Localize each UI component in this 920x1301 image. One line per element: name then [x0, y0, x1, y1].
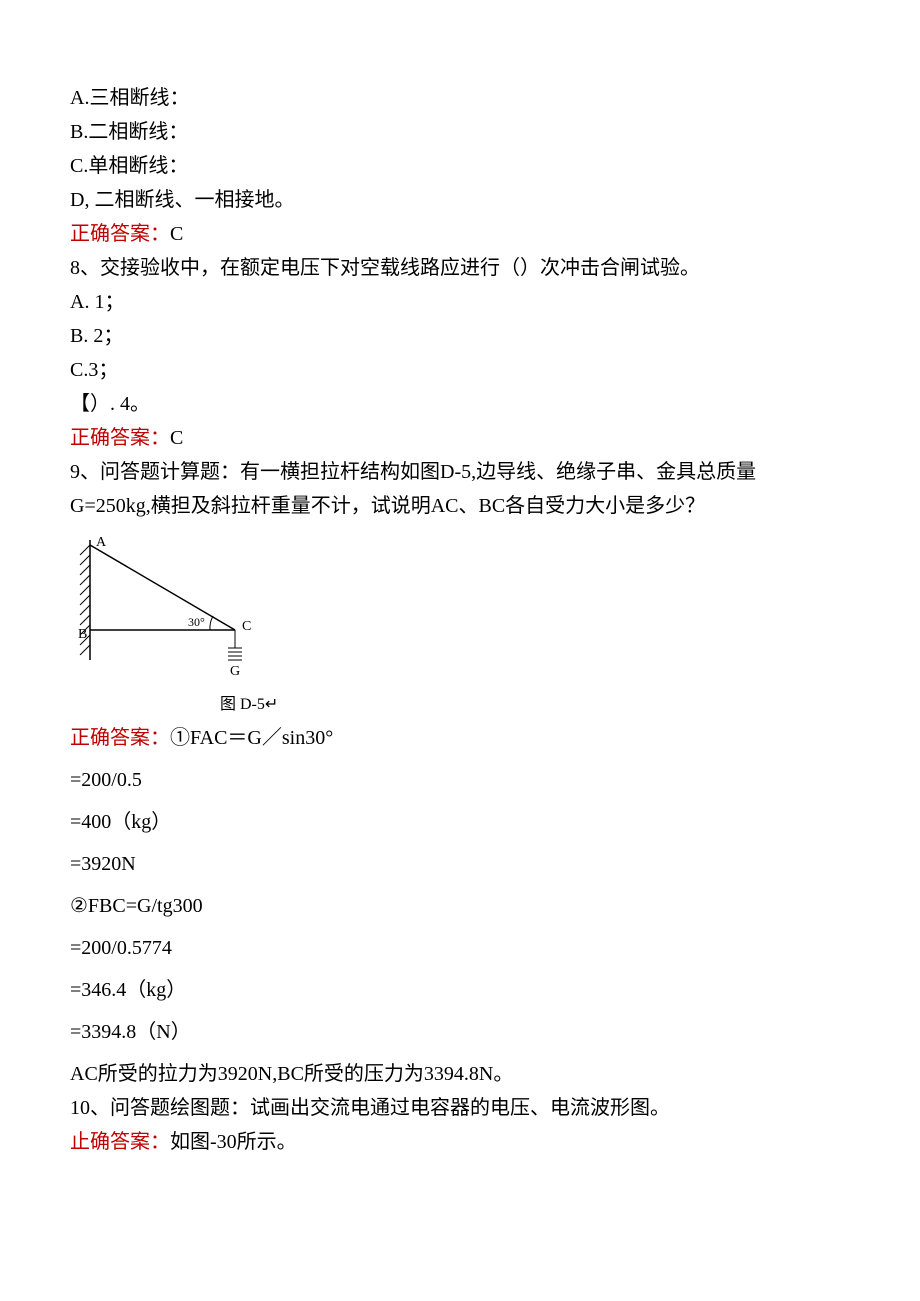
q8-option-a: A. 1； — [70, 286, 850, 318]
truss-diagram: A B C G 30° — [70, 530, 270, 680]
q9-calc-5: =200/0.5774 — [70, 932, 850, 964]
label-g: G — [230, 664, 240, 679]
label-a: A — [96, 535, 107, 550]
q7-answer-label: 正确答案： — [70, 223, 170, 245]
q10-stem: 10、问答题绘图题：试画出交流电通过电容器的电压、电流波形图。 — [70, 1092, 850, 1124]
q9-calc-3: =3920N — [70, 848, 850, 880]
q7-answer: 正确答案：C — [70, 218, 850, 250]
q9-conclusion: AC所受的拉力为3920N,BC所受的压力为3394.8N。 — [70, 1058, 850, 1090]
q9-calc-7: =3394.8（N） — [70, 1016, 850, 1048]
q7-option-d: D, 二相断线、一相接地。 — [70, 184, 850, 216]
label-b: B — [78, 627, 87, 642]
q9-calc-2: =400（kg） — [70, 806, 850, 838]
q10-answer: 止确答案：如图-30所示。 — [70, 1126, 850, 1158]
q9-stem-line2: G=250kg,横担及斜拉杆重量不计，试说明AC、BC各自受力大小是多少？ — [70, 490, 850, 522]
label-angle: 30° — [188, 615, 205, 629]
q8-stem: 8、交接验收中，在额定电压下对空载线路应进行（）次冲击合闸试验。 — [70, 252, 850, 284]
q9-answer-formula: ①FAC＝G／sin30° — [170, 727, 333, 749]
q9-stem-line1: 9、问答题计算题：有一横担拉杆结构如图D-5,边导线、绝缘子串、金具总质量 — [70, 456, 850, 488]
q8-option-b: B. 2； — [70, 320, 850, 352]
q8-option-d: 【）. 4。 — [70, 388, 850, 420]
q9-calc-1: =200/0.5 — [70, 764, 850, 796]
q8-answer: 正确答案：C — [70, 422, 850, 454]
q9-answer-line: 正确答案：①FAC＝G／sin30° — [70, 722, 850, 754]
q8-option-c: C.3； — [70, 354, 850, 386]
q7-option-a: A.三相断线： — [70, 82, 850, 114]
label-c: C — [242, 619, 251, 634]
q9-calc-6: =346.4（kg） — [70, 974, 850, 1006]
q7-option-b: B.二相断线： — [70, 116, 850, 148]
figure-caption: 图 D-5↵ — [220, 692, 850, 718]
figure-d5: A B C G 30° 图 D-5↵ — [70, 530, 850, 718]
q7-answer-value: C — [170, 223, 183, 245]
q8-answer-label: 正确答案： — [70, 427, 170, 449]
q10-answer-label: 止确答案： — [70, 1131, 170, 1153]
q7-option-c: C.单相断线： — [70, 150, 850, 182]
q9-calc-4: ②FBC=G/tg300 — [70, 890, 850, 922]
q9-answer-label: 正确答案： — [70, 727, 170, 749]
q10-answer-value: 如图-30所示。 — [170, 1131, 297, 1153]
q8-answer-value: C — [170, 427, 183, 449]
